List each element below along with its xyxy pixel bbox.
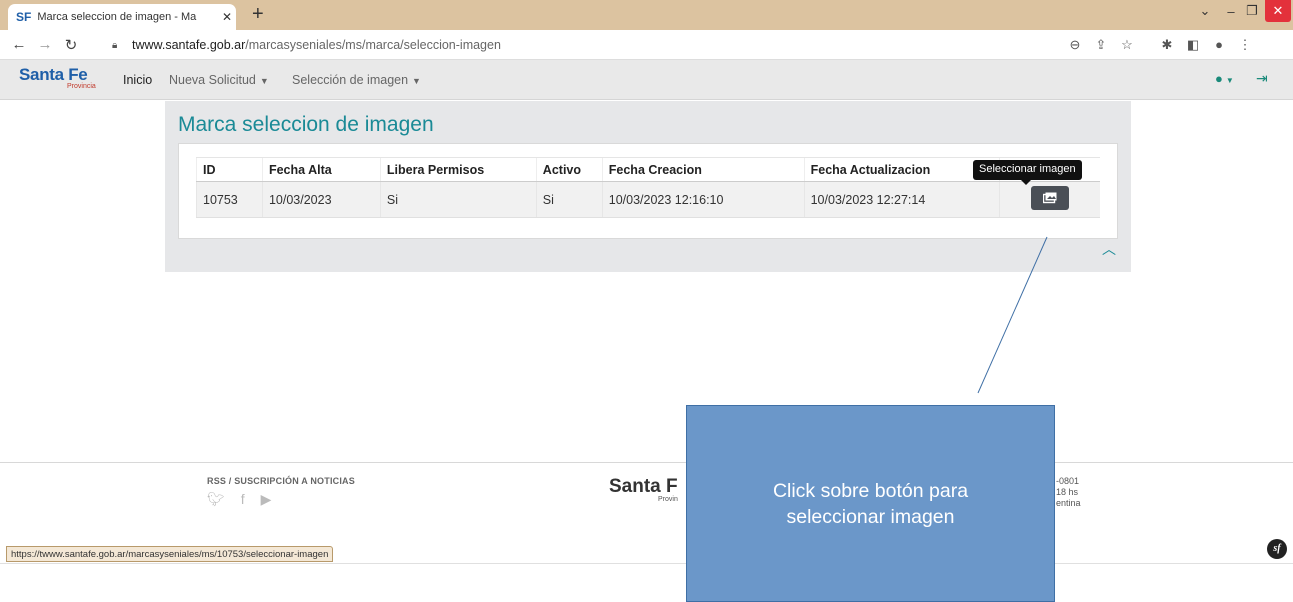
side-panel-icon[interactable]: ◧ (1184, 37, 1202, 53)
youtube-icon[interactable]: ▶︎ (261, 491, 272, 508)
bottom-divider (0, 563, 1293, 564)
browser-tab-bar: SF Marca seleccion de imagen - Ma ✕ + ⌄ … (0, 0, 1293, 30)
share-icon[interactable]: ⇪ (1092, 37, 1110, 53)
site-favicon: SF (16, 10, 32, 24)
results-table: ID Fecha Alta Libera Permisos Activo Fec… (196, 157, 1100, 218)
tooltip: Seleccionar imagen (973, 160, 1082, 185)
cell-activo: Si (535, 181, 603, 218)
bookmark-star-icon[interactable]: ☆ (1118, 37, 1136, 53)
annotation-callout: Click sobre botón para seleccionar image… (686, 405, 1055, 602)
facebook-icon[interactable]: f (241, 491, 245, 508)
tab-title: Marca seleccion de imagen - Ma (37, 11, 197, 23)
footer-contact-info: -0801 18 hs entina (1056, 476, 1081, 509)
nav-seleccion-imagen[interactable]: Selección de imagen ▼ (292, 73, 421, 87)
social-links: 🐦︎ f ▶︎ (207, 491, 271, 508)
tab-search-icon[interactable]: ⌄ (1195, 0, 1215, 22)
image-icon (1043, 192, 1057, 204)
footer-phone: -0801 (1056, 476, 1080, 486)
status-bar-url: https://twww.santafe.gob.ar/marcasysenia… (6, 546, 334, 562)
cell-fecha-alta: 10/03/2023 (261, 181, 381, 218)
footer-brand-subtitle: Provin (658, 496, 678, 503)
col-id: ID (196, 157, 263, 182)
footer-country: entina (1056, 498, 1081, 508)
extensions-icon[interactable]: ✱ (1158, 37, 1176, 53)
nav-nueva-solicitud[interactable]: Nueva Solicitud ▼ (169, 73, 269, 87)
chevron-up-icon[interactable]: ︿ (1102, 239, 1116, 259)
table-row: 10753 10/03/2023 Si Si 10/03/2023 12:16:… (196, 181, 1100, 218)
col-fecha-creacion: Fecha Creacion (601, 157, 805, 182)
annotation-text: Click sobre botón para seleccionar image… (772, 479, 969, 528)
twitter-icon[interactable]: 🐦︎ (207, 491, 225, 508)
cell-actions (999, 181, 1100, 218)
nav-inicio-label: Inicio (123, 73, 153, 87)
browser-tab[interactable]: SF Marca seleccion de imagen - Ma ✕ (8, 4, 236, 30)
caret-down-icon: ▼ (412, 76, 421, 86)
col-libera-permisos: Libera Permisos (379, 157, 537, 182)
brand-subtitle: Provincia (67, 83, 96, 90)
cell-fecha-actualizacion: 10/03/2023 12:27:14 (803, 181, 1000, 218)
symfony-toolbar-icon[interactable]: sf (1267, 539, 1287, 559)
url-field[interactable]: 🔒︎ twww.santafe.gob.ar/marcasyseniales/m… (112, 34, 1152, 56)
page-title: Marca seleccion de imagen (178, 113, 434, 136)
restore-button[interactable]: ❐ (1243, 0, 1261, 22)
minimize-button[interactable]: – (1222, 0, 1240, 22)
user-menu-icon[interactable]: ● ▼ (1215, 71, 1234, 86)
col-fecha-alta: Fecha Alta (261, 157, 381, 182)
brand-name: Santa Fe (19, 65, 88, 84)
back-arrow-icon[interactable]: ← (9, 36, 29, 53)
logout-icon[interactable]: ⇥ (1256, 70, 1268, 87)
nav-inicio[interactable]: Inicio (123, 73, 152, 87)
col-activo: Activo (535, 157, 603, 182)
nav-seleccion-imagen-label: Selección de imagen (292, 73, 409, 87)
menu-icon[interactable]: ⋮ (1236, 37, 1254, 53)
cell-id: 10753 (196, 181, 263, 218)
profile-icon[interactable]: ● (1210, 37, 1228, 52)
url-path: /marcasyseniales/ms/marca/seleccion-imag… (245, 38, 501, 52)
cell-libera-permisos: Si (379, 181, 537, 218)
lock-icon: 🔒︎ (112, 39, 118, 51)
new-tab-button[interactable]: + (252, 4, 264, 24)
footer-brand: Santa F (609, 476, 678, 497)
footer-hours: 18 hs (1056, 487, 1079, 497)
zoom-icon[interactable]: ⊖ (1066, 37, 1084, 53)
cell-fecha-creacion: 10/03/2023 12:16:10 (601, 181, 805, 218)
browser-address-bar: ← → ↻ 🔒︎ twww.santafe.gob.ar/marcasyseni… (0, 30, 1293, 60)
table-header-row: ID Fecha Alta Libera Permisos Activo Fec… (196, 157, 1100, 182)
close-window-button[interactable]: ✕ (1265, 0, 1291, 22)
col-fecha-actualizacion: Fecha Actualizacion (803, 157, 1000, 182)
footer-divider (0, 462, 1293, 463)
forward-arrow-icon[interactable]: → (35, 36, 55, 53)
tab-close-icon[interactable]: ✕ (218, 10, 236, 24)
app-navbar: Santa Fe Provincia Inicio Nueva Solicitu… (0, 60, 1293, 100)
select-image-button[interactable] (1031, 186, 1070, 210)
caret-down-icon: ▼ (259, 76, 269, 86)
brand-logo[interactable]: Santa Fe Provincia (19, 65, 96, 91)
reload-icon[interactable]: ↻ (61, 36, 81, 54)
rss-link[interactable]: RSS / SUSCRIPCIÓN A NOTICIAS (207, 476, 355, 486)
url-host: twww.santafe.gob.ar (132, 38, 246, 52)
nav-nueva-solicitud-label: Nueva Solicitud (169, 73, 256, 87)
